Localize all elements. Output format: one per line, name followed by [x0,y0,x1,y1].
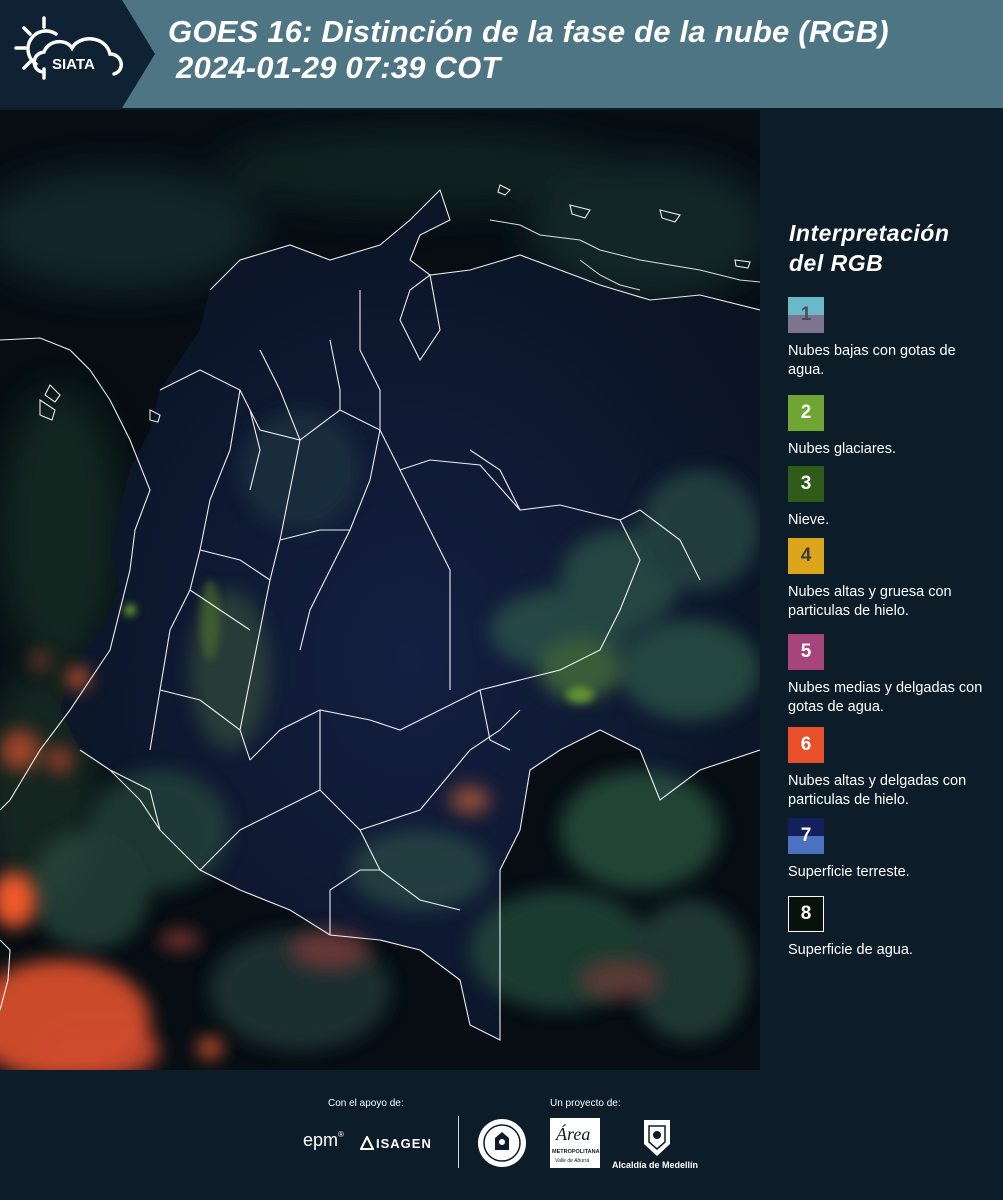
legend-swatch: 3 [788,466,824,502]
legend-number: 6 [800,734,812,755]
page-title: GOES 16: Distinción de la fase de la nub… [168,14,889,86]
legend-title: Interpretación del RGB [789,218,949,278]
legend-swatch: 7 [788,818,824,854]
legend-label: Nieve. [788,512,830,528]
legend-label: Superficie terreste. [788,864,910,880]
legend-item-1: 1 Nubes bajas con gotas de agua. [788,297,988,380]
area-logo-subtext-2: Valle de Aburrá [555,1158,590,1164]
footer-divider [458,1116,459,1168]
legend-number: 2 [800,402,812,423]
footer: Con el apoyo de: Un proyecto de: epm® IS… [0,1070,1003,1200]
legend-item-7: 7 Superficie terreste. [788,818,988,882]
siata-logo[interactable]: SIATA [0,0,155,108]
epm-text: epm [303,1130,339,1150]
shield-icon [644,1120,670,1156]
logo-text: SIATA [52,56,95,73]
legend-item-3: 3 Nieve. [788,466,988,530]
siata-sun-cloud-icon: SIATA [14,16,123,80]
isagen-logo[interactable]: ISAGEN [359,1134,432,1151]
alcaldia-label: Alcaldía de Medellín [612,1160,699,1170]
legend-number: 4 [800,545,812,566]
legend-number: 3 [800,473,812,494]
seal-icon [478,1119,526,1167]
title-line-2: 2024-01-29 07:39 COT [176,50,501,85]
alcaldia-shield-logo[interactable] [640,1118,674,1158]
legend-number: 8 [800,903,812,924]
area-logo-text: Área [556,1124,591,1144]
legend-swatch: 8 [788,896,824,932]
legend-number: 5 [800,641,812,662]
legend-label: Nubes medias y delgadas con gotas de agu… [788,680,983,715]
legend-item-5: 5 Nubes medias y delgadas con gotas de ag… [788,634,988,717]
epm-logo[interactable]: epm® [303,1130,344,1151]
area-metropolitana-logo[interactable]: Área METROPOLITANA Valle de Aburrá [550,1118,600,1168]
legend-label: Nubes bajas con gotas de agua. [788,343,956,378]
legend-item-4: 4 Nubes altas y gruesa con particulas de … [788,538,988,621]
legend-label: Nubes altas y delgadas con particulas de… [788,773,967,808]
legend-item-8: 8 Superficie de agua. [788,896,988,960]
isagen-text: ISAGEN [376,1136,432,1151]
legend-label: Superficie de agua. [788,942,913,958]
legend-title-line-2: del RGB [789,250,884,276]
rgb-legend: Interpretación del RGB 1 Nubes bajas con … [760,110,1003,1070]
legend-number: 1 [800,304,812,325]
satellite-map[interactable] [0,110,760,1070]
legend-swatch: 6 [788,727,824,763]
legend-swatch: 5 [788,634,824,670]
legend-number: 7 [800,825,812,846]
legend-title-line-1: Interpretación [789,220,950,246]
map-canvas [0,110,760,1070]
legend-label: Nubes altas y gruesa con particulas de h… [788,584,952,619]
legend-swatch: 1 [788,297,824,333]
legend-swatch: 2 [788,395,824,431]
legend-label: Nubes glaciares. [788,441,896,457]
title-line-1: GOES 16: Distinción de la fase de la nub… [168,14,889,49]
project-label: Un proyecto de: [550,1098,621,1109]
legend-swatch: 4 [788,538,824,574]
medellin-seal-logo[interactable] [477,1118,527,1168]
area-logo-subtext: METROPOLITANA [552,1149,600,1155]
support-label: Con el apoyo de: [328,1098,404,1109]
legend-item-6: 6 Nubes altas y delgadas con particulas d… [788,727,988,810]
epm-registered-mark: ® [338,1130,344,1139]
isagen-icon [359,1134,375,1150]
header-bar: SIATA GOES 16: Distinción de la fase de … [0,0,1003,108]
legend-item-2: 2 Nubes glaciares. [788,395,988,459]
